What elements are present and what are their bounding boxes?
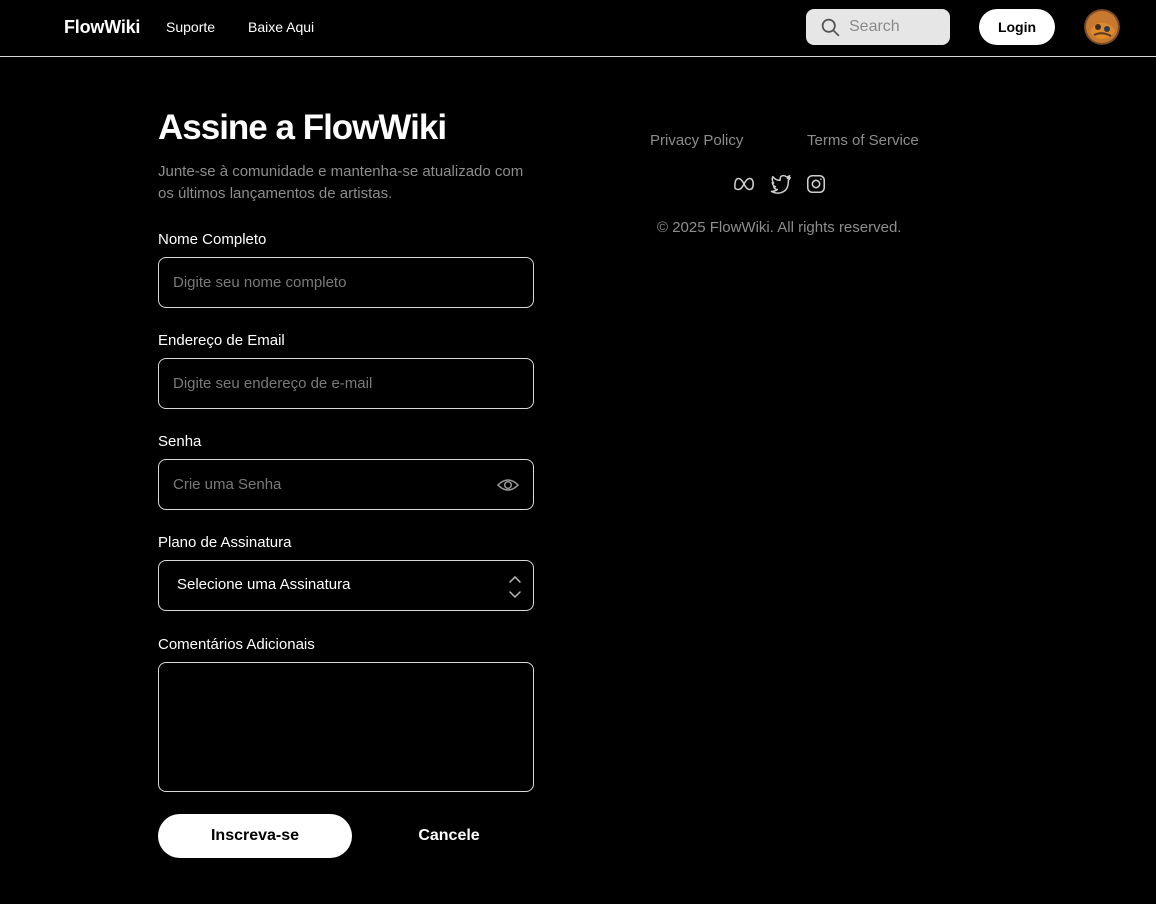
nav-link-suporte[interactable]: Suporte [166, 19, 215, 35]
search-icon [821, 18, 840, 36]
comments-textarea[interactable] [159, 663, 533, 791]
avatar[interactable] [1084, 9, 1120, 45]
name-field [158, 257, 534, 308]
email-label: Endereço de Email [158, 332, 285, 349]
name-label: Nome Completo [158, 231, 267, 248]
plan-selected-value: Selecione uma Assinatura [177, 576, 351, 593]
nav-link-baixe-aqui[interactable]: Baixe Aqui [248, 19, 314, 35]
login-button[interactable]: Login [979, 9, 1055, 45]
subscribe-button[interactable]: Inscreva-se [158, 814, 352, 858]
plan-label: Plano de Assinatura [158, 534, 292, 551]
top-navbar: FlowWiki Suporte Baixe Aqui Login [0, 0, 1156, 57]
eye-icon[interactable] [497, 475, 519, 495]
twitter-icon[interactable] [770, 173, 792, 195]
meta-icon[interactable] [733, 173, 755, 195]
brand-logo[interactable]: FlowWiki [64, 17, 140, 38]
email-field [158, 358, 534, 409]
search-input[interactable] [849, 18, 939, 36]
comments-field [158, 662, 534, 792]
comments-label: Comentários Adicionais [158, 636, 315, 653]
plan-select[interactable]: Selecione uma Assinatura [158, 560, 534, 611]
password-input[interactable] [159, 460, 533, 509]
page-title: Assine a FlowWiki [158, 108, 447, 147]
terms-of-service-link[interactable]: Terms of Service [807, 132, 919, 149]
email-input[interactable] [159, 359, 533, 408]
chevron-updown-icon [509, 575, 521, 599]
cancel-button[interactable]: Cancele [352, 814, 546, 858]
search-bar[interactable] [806, 9, 950, 45]
privacy-policy-link[interactable]: Privacy Policy [650, 132, 743, 149]
password-label: Senha [158, 433, 202, 450]
copyright-text: © 2025 FlowWiki. All rights reserved. [657, 219, 902, 236]
page-subtitle: Junte-se à comunidade e mantenha-se atua… [158, 163, 524, 202]
password-field [158, 459, 534, 510]
name-input[interactable] [159, 258, 533, 307]
instagram-icon[interactable] [805, 173, 827, 195]
